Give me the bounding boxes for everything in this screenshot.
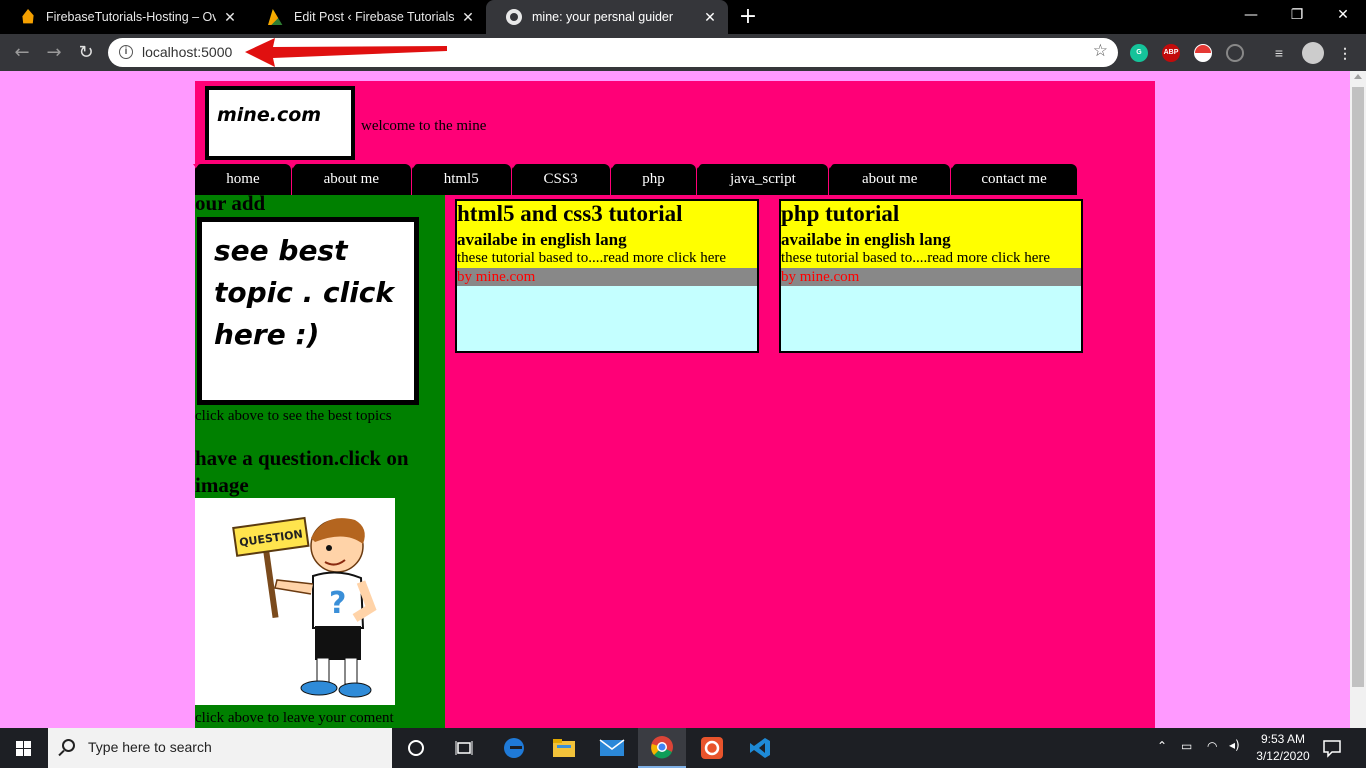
media-icon[interactable]: ≡ bbox=[1270, 44, 1288, 62]
tab-mine[interactable]: mine: your persnal guider ✕ bbox=[486, 0, 728, 34]
browser-toolbar: ← → ↻ i localhost:5000 ☆ G ABP ≡ ⋮ bbox=[0, 34, 1366, 71]
globe-icon bbox=[506, 9, 522, 25]
reload-button[interactable]: ↻ bbox=[72, 39, 100, 67]
svg-text:?: ? bbox=[329, 586, 346, 621]
file-explorer-icon[interactable] bbox=[540, 728, 588, 768]
address-url[interactable]: localhost:5000 bbox=[142, 44, 232, 60]
taskbar-clock[interactable]: 9:53 AM 3/12/2020 bbox=[1248, 731, 1318, 765]
chevron-up-icon[interactable]: ⌃ bbox=[1157, 739, 1167, 753]
sidebar-title: our add bbox=[195, 191, 266, 215]
cortana-icon[interactable] bbox=[392, 728, 440, 768]
question-title: have a question.click on image bbox=[195, 446, 409, 497]
clock-time: 9:53 AM bbox=[1260, 732, 1306, 746]
volume-icon[interactable]: ◂) bbox=[1229, 738, 1240, 752]
menu-item-about-me-2[interactable]: about me bbox=[827, 164, 951, 195]
tutorial-card-php[interactable]: php tutorial availabe in english lang th… bbox=[779, 199, 1083, 353]
search-icon bbox=[62, 739, 75, 752]
card-subtitle: availabe in english lang bbox=[781, 230, 951, 249]
profile-avatar[interactable] bbox=[1302, 42, 1324, 64]
question-image[interactable]: QUESTION ? bbox=[195, 498, 395, 705]
browser-tab-strip: FirebaseTutorials-Hosting – Over ✕ Edit … bbox=[0, 0, 1366, 34]
card-header: php tutorial availabe in english lang th… bbox=[781, 201, 1081, 268]
history-icon[interactable] bbox=[1226, 44, 1244, 62]
card-byline: by mine.com bbox=[781, 268, 1081, 286]
scroll-thumb[interactable] bbox=[1352, 87, 1364, 687]
card-read-more[interactable]: these tutorial based to....read more cli… bbox=[457, 250, 726, 267]
boy-with-question-sign-illustration: QUESTION ? bbox=[232, 516, 377, 698]
sidebar: our add see best topic . click here :) c… bbox=[195, 191, 445, 728]
firebase-blogger-icon bbox=[268, 9, 283, 25]
main-menu: home about me html5 CSS3 php java_script… bbox=[193, 164, 1078, 195]
card-header: html5 and css3 tutorial availabe in engl… bbox=[457, 201, 757, 268]
scroll-up-arrow[interactable] bbox=[1354, 74, 1362, 79]
best-topics-ad[interactable]: see best topic . click here :) bbox=[197, 217, 419, 405]
menu-item-contact-me[interactable]: contact me bbox=[949, 164, 1077, 195]
page-container: mine.com welcome to the mine home about … bbox=[193, 81, 1155, 728]
menu-item-java-script[interactable]: java_script bbox=[695, 164, 829, 195]
question-caption: click above to leave your coment bbox=[195, 710, 394, 726]
logo[interactable]: mine.com bbox=[205, 86, 355, 160]
close-tab-icon[interactable]: ✕ bbox=[460, 9, 476, 26]
card-title: html5 and css3 tutorial bbox=[457, 201, 683, 226]
menu-item-php[interactable]: php bbox=[608, 164, 697, 195]
card-subtitle: availabe in english lang bbox=[457, 230, 627, 249]
mail-icon[interactable] bbox=[588, 728, 636, 768]
menu-item-html5[interactable]: html5 bbox=[409, 164, 511, 195]
task-view-icon[interactable] bbox=[440, 728, 488, 768]
back-button[interactable]: ← bbox=[8, 39, 36, 67]
info-icon[interactable]: i bbox=[119, 45, 133, 59]
chrome-icon[interactable] bbox=[638, 728, 686, 768]
notification-icon[interactable] bbox=[1322, 738, 1342, 758]
close-window-button[interactable]: ✕ bbox=[1320, 0, 1366, 30]
menu-item-about-me[interactable]: about me bbox=[289, 164, 411, 195]
wifi-icon[interactable]: ◠ bbox=[1207, 739, 1217, 753]
logo-text: mine.com bbox=[217, 104, 322, 126]
maximize-button[interactable]: ❐ bbox=[1274, 0, 1320, 30]
vscode-icon[interactable] bbox=[736, 728, 784, 768]
edge-icon[interactable] bbox=[490, 728, 538, 768]
screen-recorder-icon[interactable] bbox=[688, 728, 736, 768]
grammarly-icon[interactable]: G bbox=[1130, 44, 1148, 62]
welcome-text: welcome to the mine bbox=[361, 118, 487, 134]
search-placeholder: Type here to search bbox=[88, 739, 212, 755]
windows-logo-icon bbox=[16, 741, 31, 756]
new-tab-button[interactable]: + bbox=[736, 4, 760, 30]
close-tab-icon[interactable]: ✕ bbox=[222, 9, 238, 26]
tab-firebase-hosting[interactable]: FirebaseTutorials-Hosting – Over ✕ bbox=[0, 0, 248, 34]
minimize-button[interactable]: — bbox=[1228, 0, 1274, 30]
menu-item-css3[interactable]: CSS3 bbox=[509, 164, 610, 195]
tab-title: FirebaseTutorials-Hosting – Over bbox=[46, 10, 216, 24]
ad-text: see best topic . click here :) bbox=[214, 234, 395, 351]
red-arrow-annotation bbox=[245, 38, 447, 67]
card-byline: by mine.com bbox=[457, 268, 757, 286]
bookmark-star-icon[interactable]: ☆ bbox=[1093, 41, 1108, 61]
menu-icon[interactable]: ⋮ bbox=[1336, 44, 1354, 62]
pokeball-icon[interactable] bbox=[1194, 44, 1212, 62]
firebase-icon bbox=[22, 9, 34, 24]
adblock-icon[interactable]: ABP bbox=[1162, 44, 1180, 62]
taskbar-search[interactable]: Type here to search bbox=[48, 728, 392, 768]
close-tab-icon[interactable]: ✕ bbox=[702, 9, 718, 26]
forward-button[interactable]: → bbox=[40, 39, 68, 67]
tab-title: Edit Post ‹ Firebase Tutorials — W bbox=[294, 10, 454, 24]
clock-date: 3/12/2020 bbox=[1256, 749, 1310, 763]
tutorial-card-html5[interactable]: html5 and css3 tutorial availabe in engl… bbox=[455, 199, 759, 353]
battery-icon[interactable]: ▭ bbox=[1181, 739, 1192, 753]
card-title: php tutorial bbox=[781, 201, 900, 226]
start-button[interactable] bbox=[0, 728, 48, 768]
page-viewport: mine.com welcome to the mine home about … bbox=[0, 71, 1350, 728]
vertical-scrollbar[interactable] bbox=[1350, 71, 1366, 728]
tab-edit-post[interactable]: Edit Post ‹ Firebase Tutorials — W ✕ bbox=[248, 0, 486, 34]
windows-taskbar: Type here to search ⌃ ▭ ◠ ◂) 9:53 AM 3/1… bbox=[0, 728, 1366, 768]
tab-title: mine: your persnal guider bbox=[532, 10, 674, 24]
ad-caption: click above to see the best topics bbox=[195, 408, 392, 424]
card-read-more[interactable]: these tutorial based to....read more cli… bbox=[781, 250, 1050, 267]
